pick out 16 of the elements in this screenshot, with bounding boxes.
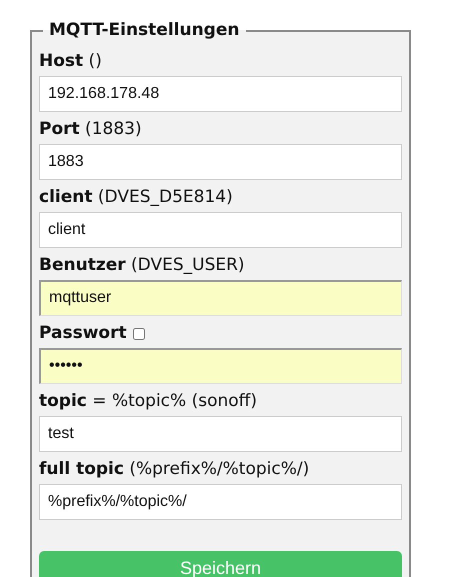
input-field[interactable]: client xyxy=(39,212,402,248)
section-legend: MQTT-Einstellungen xyxy=(43,18,246,44)
field-label: Benutzer (DVES_USER) xyxy=(39,254,245,278)
input-field[interactable]: %prefix%/%topic%/ xyxy=(39,484,402,520)
input-field[interactable]: •••••• xyxy=(39,348,402,384)
input-field[interactable]: mqttuser xyxy=(39,280,402,316)
field-label: topic = %topic% (sonoff) xyxy=(39,390,257,414)
field-label: Port (1883) xyxy=(39,118,142,142)
input-field[interactable]: test xyxy=(39,416,402,452)
input-field[interactable]: 1883 xyxy=(39,144,402,180)
field-label: client (DVES_D5E814) xyxy=(39,186,233,210)
field-label: Passwort xyxy=(39,322,127,346)
field-label: full topic (%prefix%/%topic%/) xyxy=(39,458,310,482)
show-password-checkbox[interactable] xyxy=(132,328,145,340)
input-field[interactable]: 192.168.178.48 xyxy=(39,76,402,112)
field-label: Host () xyxy=(39,50,102,74)
